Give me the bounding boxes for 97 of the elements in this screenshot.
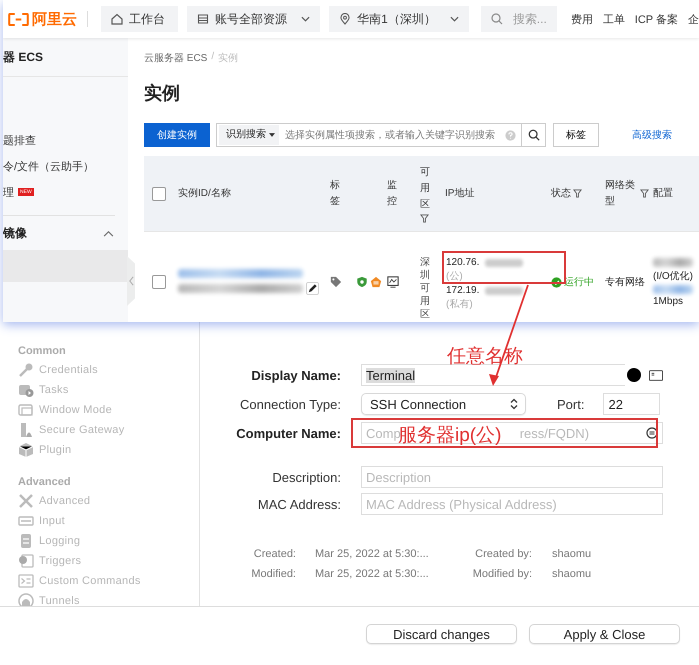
search-icon — [490, 13, 503, 25]
filter-icon[interactable] — [640, 189, 649, 198]
column-header: 实例ID/名称 — [178, 186, 231, 200]
column-header: 状态 — [551, 186, 571, 200]
port-field[interactable]: 22 — [603, 393, 660, 415]
meta-value: Mar 25, 2022 at 5:30:... — [315, 548, 430, 560]
checkbox[interactable] — [152, 275, 166, 289]
logo-icon — [8, 12, 29, 26]
ip-address: 172.19. — [446, 284, 480, 298]
zone-text: 深圳可用区 — [420, 256, 430, 320]
column-header: IP地址 — [445, 186, 474, 200]
redacted-text — [653, 284, 693, 294]
window-icon — [18, 402, 34, 418]
location-pin-icon — [339, 13, 352, 25]
trigger-icon — [18, 553, 34, 569]
redacted-text — [653, 258, 693, 266]
check-circle-icon — [551, 276, 562, 288]
top-link[interactable]: 工单 — [602, 12, 625, 26]
section-heading: Common — [18, 344, 67, 359]
config-text: 1Mbps — [653, 296, 684, 306]
apply-button[interactable]: Apply & Close — [529, 624, 680, 644]
terminal-icon — [18, 573, 34, 589]
tasks-icon — [18, 382, 34, 398]
top-link[interactable]: ICP 备案 — [634, 12, 678, 26]
top-link[interactable]: 企 — [688, 12, 699, 26]
terminal-icon[interactable] — [649, 370, 663, 380]
meta-value: shaomu — [552, 548, 592, 560]
field-label: Port: — [557, 396, 584, 412]
search-icon — [528, 129, 540, 141]
field-label: Connection Type: — [239, 396, 341, 412]
list-icon — [197, 13, 210, 25]
placeholder-text: ress/FQDN) — [520, 426, 590, 440]
column-header: 监控 — [387, 178, 397, 208]
edit-icon[interactable] — [306, 282, 319, 295]
search-field[interactable]: 识别搜索 选择实例属性项搜索，或者输入关键字识别搜索 — [216, 123, 522, 147]
filter-dropdown[interactable]: 识别搜索 — [219, 125, 279, 145]
config-text: (I/O优化) — [653, 270, 693, 282]
ip-type: (私有) — [446, 298, 474, 312]
cube-icon — [18, 442, 34, 458]
discard-button[interactable]: Discard changes — [366, 624, 517, 644]
field-label: Description: — [271, 470, 341, 484]
meta-label: Modified by: — [472, 568, 532, 580]
display-name-field[interactable]: Terminal — [361, 364, 625, 386]
ip-type: (公) — [446, 270, 464, 284]
sidebar-title: 器 ECS — [3, 38, 128, 77]
create-instance-button[interactable]: 创建实例 — [144, 123, 210, 147]
chevron-icon — [510, 398, 518, 410]
list-icon[interactable] — [646, 427, 658, 439]
field-label: MAC Address: — [256, 496, 341, 512]
tunnel-icon — [18, 593, 34, 606]
field-label: Display Name: — [250, 368, 341, 382]
column-header: 标签 — [330, 178, 340, 208]
caret-icon — [269, 133, 275, 137]
sidebar-section[interactable]: 镜像 — [3, 216, 128, 250]
advanced-search-link[interactable]: 高级搜索 — [632, 128, 672, 142]
nav-button[interactable]: 工作台 — [101, 6, 178, 32]
breadcrumb-separator: / — [211, 51, 214, 64]
gateway-icon — [18, 422, 34, 438]
connection-type-select[interactable]: SSH Connection — [361, 393, 526, 415]
meta-label: Created: — [252, 548, 296, 560]
meta-label: Created by: — [474, 548, 532, 560]
filter-icon[interactable] — [573, 189, 582, 198]
redacted-text — [485, 287, 524, 295]
tag-button[interactable]: 标签 — [553, 123, 599, 147]
search-button[interactable] — [522, 123, 546, 147]
column-header: 网络类型 — [605, 178, 636, 208]
section-heading: Advanced — [18, 475, 72, 490]
top-link[interactable]: 费用 — [570, 12, 593, 26]
column-header: 可用区 — [420, 166, 430, 212]
meta-value: shaomu — [552, 568, 592, 580]
meta-label: Modified: — [250, 568, 296, 580]
monitor-icon[interactable] — [387, 276, 399, 288]
redacted-text — [485, 259, 524, 267]
nav-button[interactable]: 华南1（深圳） — [329, 6, 469, 32]
ip-address: 120.76. — [446, 256, 480, 270]
column-header: 配置 — [653, 186, 673, 200]
breadcrumb-link[interactable]: 云服务器 ECS — [144, 51, 208, 65]
filter-icon[interactable] — [420, 214, 429, 222]
checkbox[interactable] — [152, 186, 166, 200]
field-label: Computer Name: — [235, 426, 341, 440]
caret-icon — [103, 230, 114, 236]
nav-button[interactable]: 账号全部资源 — [187, 6, 320, 32]
breadcrumb-current: 实例 — [218, 52, 238, 65]
page-title: 实例 — [144, 82, 181, 105]
sidebar-item[interactable]: 理 — [3, 184, 14, 200]
key-icon — [18, 362, 34, 378]
shield-icon[interactable] — [356, 276, 368, 288]
network-type: 专有网络 — [605, 276, 645, 290]
chevron-left-icon — [128, 276, 134, 286]
document-icon — [18, 533, 34, 549]
sidebar-item[interactable]: 令/文件（云助手） — [3, 158, 94, 174]
sidebar-item[interactable]: 题排查 — [3, 132, 36, 148]
meta-value: Mar 25, 2022 at 5:30:... — [315, 568, 430, 580]
tag-icon[interactable] — [330, 276, 342, 288]
tools-icon — [18, 493, 34, 509]
home-icon — [111, 13, 124, 25]
color-dot-icon[interactable] — [627, 368, 641, 382]
